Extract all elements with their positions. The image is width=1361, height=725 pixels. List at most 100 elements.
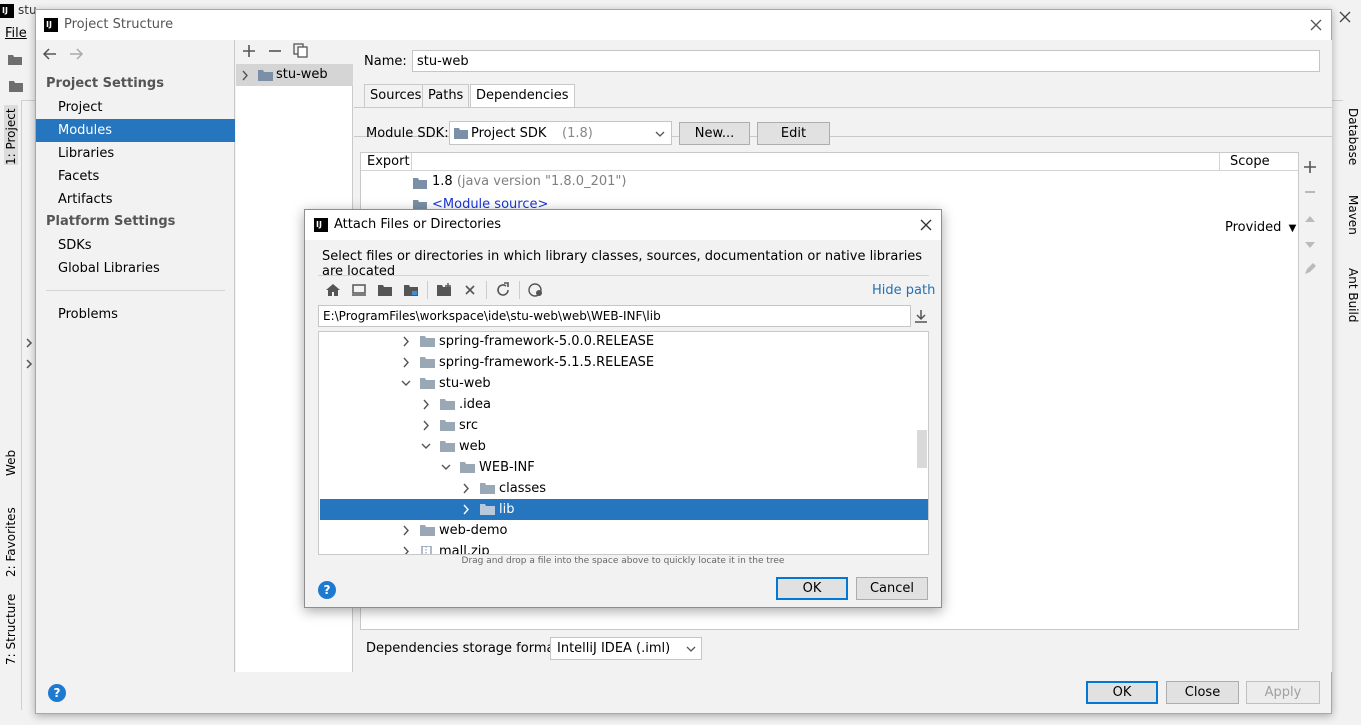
- chevron-right-icon[interactable]: [400, 332, 412, 352]
- project-dir-icon[interactable]: [377, 282, 393, 298]
- folder-icon: [420, 336, 435, 347]
- nav-item-project[interactable]: Project: [36, 96, 235, 119]
- tab-sources[interactable]: Sources: [364, 84, 428, 107]
- nav-item-artifacts[interactable]: Artifacts: [36, 188, 235, 211]
- chevron-right-icon[interactable]: [239, 65, 251, 86]
- tree-item[interactable]: classes: [320, 478, 928, 499]
- chevron-right-icon[interactable]: [400, 541, 412, 554]
- apply-button[interactable]: Apply: [1246, 681, 1320, 704]
- expand-arrow-icon[interactable]: [24, 359, 34, 369]
- tool-tab-maven[interactable]: Maven: [1346, 195, 1360, 250]
- attach-ok-button[interactable]: OK: [776, 577, 848, 600]
- add-dependency-icon[interactable]: [1303, 160, 1317, 174]
- module-tree-item[interactable]: stu-web: [236, 65, 353, 86]
- storage-format-select[interactable]: IntelliJ IDEA (.iml): [550, 637, 702, 660]
- intellij-logo-icon: IJ: [44, 18, 58, 32]
- nav-item-libraries[interactable]: Libraries: [36, 142, 235, 165]
- close-button[interactable]: Close: [1166, 681, 1239, 704]
- desktop-icon[interactable]: [351, 282, 367, 298]
- remove-icon[interactable]: [268, 44, 282, 58]
- tree-item[interactable]: lib: [320, 499, 928, 520]
- tree-item[interactable]: src: [320, 415, 928, 436]
- tool-tab-structure[interactable]: 7: Structure: [4, 594, 18, 665]
- tab-paths[interactable]: Paths: [422, 84, 470, 107]
- close-icon[interactable]: [918, 217, 934, 233]
- module-dir-icon[interactable]: [403, 282, 419, 298]
- refresh-icon[interactable]: [495, 282, 511, 298]
- back-arrow-icon[interactable]: [42, 46, 58, 62]
- dependency-row[interactable]: 1.8 (java version "1.8.0_201"): [432, 174, 626, 189]
- tool-tab-web[interactable]: Web: [4, 436, 18, 476]
- download-icon[interactable]: [914, 309, 928, 323]
- chevron-down-icon[interactable]: [400, 373, 412, 394]
- edit-pencil-icon[interactable]: [1303, 262, 1317, 276]
- add-icon[interactable]: [242, 44, 256, 58]
- chevron-down-icon[interactable]: [420, 436, 432, 457]
- tree-item[interactable]: WEB-INF: [320, 457, 928, 478]
- chevron-down-icon[interactable]: [440, 457, 452, 478]
- show-hidden-icon[interactable]: [528, 282, 544, 298]
- tree-item[interactable]: mall.zip: [320, 541, 928, 554]
- attach-dialog-title: Attach Files or Directories: [334, 217, 502, 232]
- nav-divider: [46, 290, 225, 291]
- chevron-right-icon[interactable]: [400, 352, 412, 373]
- tree-item[interactable]: spring-framework-5.1.5.RELEASE: [320, 352, 928, 373]
- help-icon[interactable]: ?: [48, 684, 66, 702]
- tree-item[interactable]: web-demo: [320, 520, 928, 541]
- module-sdk-label: Module SDK:: [366, 126, 449, 141]
- tab-dependencies[interactable]: Dependencies: [470, 84, 575, 107]
- tree-item[interactable]: stu-web: [320, 373, 928, 394]
- forward-arrow-icon[interactable]: [68, 46, 84, 62]
- move-down-icon[interactable]: [1303, 238, 1317, 252]
- expand-arrow-icon[interactable]: [24, 338, 34, 348]
- jdk-detail: (java version "1.8.0_201"): [456, 174, 627, 189]
- tool-tab-ant-build[interactable]: Ant Build: [1346, 268, 1360, 338]
- edit-sdk-button[interactable]: Edit: [757, 122, 830, 145]
- attach-cancel-button[interactable]: Cancel: [856, 577, 928, 600]
- tree-item[interactable]: web: [320, 436, 928, 457]
- col-scope[interactable]: Scope: [1230, 154, 1270, 169]
- ok-button[interactable]: OK: [1086, 681, 1158, 704]
- copy-icon[interactable]: [293, 43, 308, 58]
- nav-item-problems[interactable]: Problems: [36, 303, 235, 326]
- scope-select[interactable]: Provided ▼: [1225, 220, 1296, 235]
- nav-item-global-libraries[interactable]: Global Libraries: [36, 257, 235, 280]
- nav-item-sdks[interactable]: SDKs: [36, 234, 235, 257]
- nav-item-facets[interactable]: Facets: [36, 165, 235, 188]
- delete-icon[interactable]: [462, 282, 478, 298]
- project-folder-icon: [9, 80, 23, 92]
- col-export[interactable]: Export: [367, 154, 410, 169]
- chevron-right-icon[interactable]: [460, 499, 472, 520]
- chevron-down-icon: [655, 130, 665, 138]
- tree-item[interactable]: spring-framework-5.0.0.RELEASE: [320, 332, 928, 352]
- chevron-right-icon[interactable]: [460, 478, 472, 499]
- module-name-field[interactable]: [412, 50, 1320, 72]
- module-sdk-select[interactable]: Project SDK (1.8): [449, 121, 672, 145]
- tool-tab-project[interactable]: 1: Project: [4, 105, 18, 165]
- help-icon[interactable]: ?: [318, 581, 336, 599]
- close-icon[interactable]: [1308, 17, 1324, 33]
- chevron-down-icon: [686, 645, 696, 653]
- tool-tab-favorites[interactable]: 2: Favorites: [4, 497, 18, 577]
- drag-drop-hint: Drag and drop a file into the space abov…: [461, 556, 785, 566]
- new-folder-icon[interactable]: [436, 282, 452, 298]
- tool-tab-database[interactable]: Database: [1346, 108, 1360, 178]
- chevron-right-icon[interactable]: [420, 415, 432, 436]
- chevron-right-icon[interactable]: [400, 520, 412, 541]
- tree-item[interactable]: .idea: [320, 394, 928, 415]
- tree-scrollbar[interactable]: [917, 430, 927, 468]
- nav-item-modules[interactable]: Modules: [36, 119, 235, 142]
- hide-path-link[interactable]: Hide path: [872, 283, 935, 298]
- ide-close-icon[interactable]: [1336, 8, 1354, 26]
- ide-window-title: stu: [18, 3, 37, 17]
- remove-dependency-icon[interactable]: [1303, 185, 1317, 199]
- new-sdk-button[interactable]: New...: [679, 122, 750, 145]
- project-settings-header: Project Settings: [46, 76, 164, 91]
- menu-file[interactable]: File: [5, 26, 27, 41]
- folder-icon: [440, 420, 455, 431]
- path-input[interactable]: [318, 305, 911, 327]
- move-up-icon[interactable]: [1303, 212, 1317, 226]
- home-icon[interactable]: [325, 282, 341, 298]
- open-folder-icon[interactable]: [7, 52, 23, 66]
- chevron-right-icon[interactable]: [420, 394, 432, 415]
